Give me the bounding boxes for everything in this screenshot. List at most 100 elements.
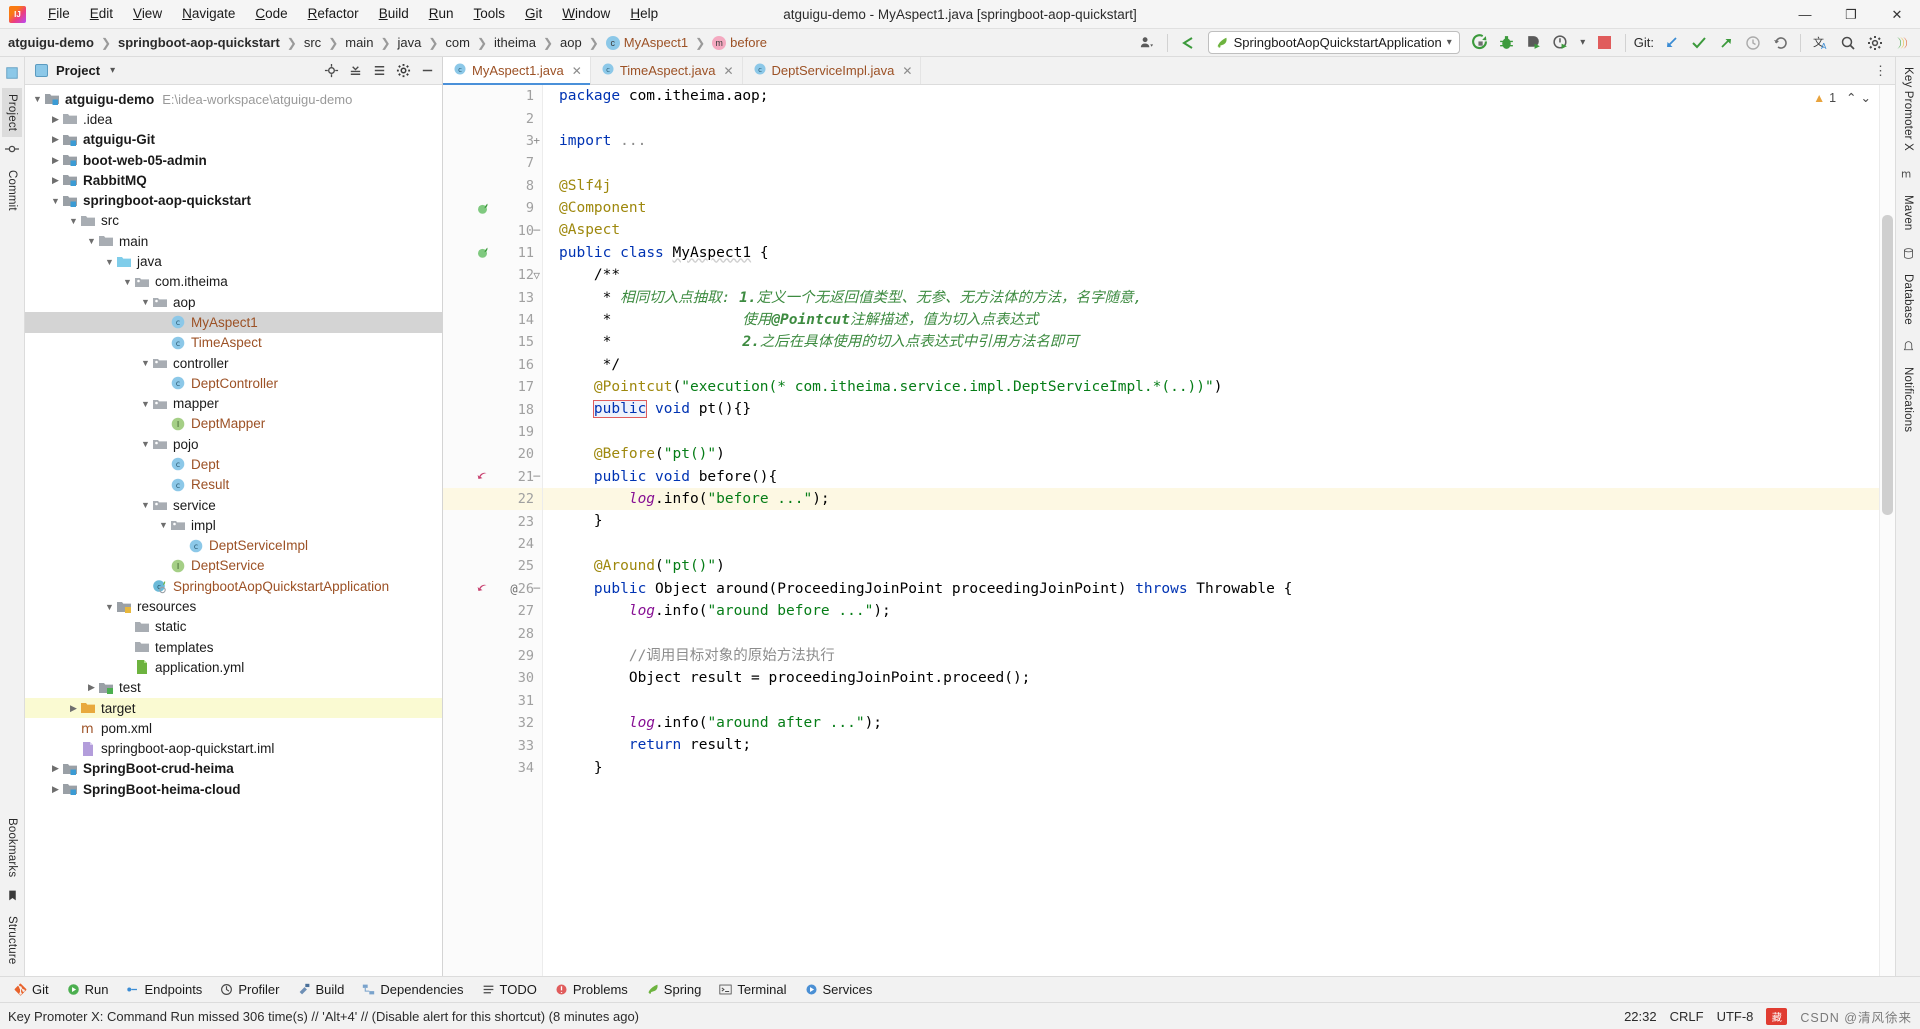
git-commit-icon[interactable] (1687, 32, 1711, 54)
file-encoding[interactable]: UTF-8 (1717, 1009, 1754, 1024)
code-fold-icon[interactable]: ▽ (533, 269, 540, 282)
tool-problems[interactable]: Problems (547, 980, 636, 999)
tree-node-application-yml[interactable]: application.yml (25, 657, 442, 677)
rail-commit[interactable]: Commit (2, 164, 22, 217)
code-line-8[interactable]: @Slf4j (559, 175, 1879, 197)
gutter-line-20[interactable]: 20 (443, 443, 542, 465)
profiler-icon[interactable] (1549, 32, 1573, 54)
gutter-line-28[interactable]: 28 (443, 622, 542, 644)
status-message[interactable]: Key Promoter X: Command Run missed 306 t… (8, 1009, 639, 1024)
breadcrumb-item-com[interactable]: com (443, 35, 472, 50)
gutter-line-8[interactable]: 8 (443, 175, 542, 197)
tree-node-deptmapper[interactable]: I DeptMapper (25, 414, 442, 434)
gutter-line-32[interactable]: 32 (443, 712, 542, 734)
menu-file[interactable]: File (38, 2, 80, 26)
code-line-11[interactable]: public class MyAspect1 { (559, 242, 1879, 264)
tree-node-timeaspect[interactable]: c TimeAspect (25, 333, 442, 353)
breadcrumb-item-itheima[interactable]: itheima (492, 35, 538, 50)
aop-advice-gutter-icon[interactable] (473, 582, 491, 595)
tree-node-dept[interactable]: c Dept (25, 454, 442, 474)
tree-node-springboot-aop-quickstart[interactable]: ▼ springboot-aop-quickstart (25, 190, 442, 210)
gutter-line-19[interactable]: 19 (443, 421, 542, 443)
tree-node-target[interactable]: ▶ target (25, 697, 442, 719)
menu-code[interactable]: Code (245, 2, 297, 26)
stop-icon[interactable] (1593, 32, 1617, 54)
code-line-33[interactable]: return result; (559, 734, 1879, 756)
breadcrumb-item-before[interactable]: m before (710, 35, 769, 50)
close-icon[interactable]: ✕ (902, 64, 912, 78)
tree-node-controller[interactable]: ▼ controller (25, 353, 442, 373)
chevron-down-icon[interactable]: ⌄ (1861, 90, 1871, 105)
code-line-21[interactable]: public void before(){ (559, 466, 1879, 488)
code-fold-icon[interactable]: ─ (533, 224, 540, 237)
chevron-down-icon[interactable]: ▾ (1576, 32, 1590, 54)
code-line-23[interactable]: } (559, 510, 1879, 532)
rail-maven[interactable]: Maven (1898, 189, 1918, 237)
breadcrumb-item-myaspect1[interactable]: c MyAspect1 (604, 35, 690, 50)
gutter-line-24[interactable]: 24 (443, 533, 542, 555)
minimize-button[interactable]: — (1782, 0, 1828, 29)
gutter-line-18[interactable]: 18 (443, 398, 542, 420)
code-line-26[interactable]: public Object around(ProceedingJoinPoint… (559, 578, 1879, 600)
chevron-down-icon[interactable]: ▼ (139, 358, 152, 368)
tree-node-pom-xml[interactable]: m pom.xml (25, 718, 442, 738)
menu-run[interactable]: Run (419, 2, 464, 26)
tree-node-test[interactable]: ▶ test (25, 678, 442, 698)
expand-icon[interactable] (368, 61, 390, 81)
menu-view[interactable]: View (123, 2, 172, 26)
tree-node-atguigu-git[interactable]: ▶ atguigu-Git (25, 130, 442, 150)
code-line-15[interactable]: * 2.之后在具体使用的切入点表达式中引用方法名即可 (559, 331, 1879, 353)
tree-node-deptservice[interactable]: I DeptService (25, 556, 442, 576)
code-line-20[interactable]: @Before("pt()") (559, 443, 1879, 465)
chevron-right-icon[interactable]: ▶ (85, 682, 98, 693)
tree-node-com-itheima[interactable]: ▼ com.itheima (25, 272, 442, 292)
tool-spring[interactable]: Spring (638, 980, 710, 999)
gutter-line-25[interactable]: 25 (443, 555, 542, 577)
tool-build[interactable]: Build (290, 980, 353, 999)
code-line-34[interactable]: } (559, 757, 1879, 779)
breadcrumb-item-src[interactable]: src (302, 35, 323, 50)
close-icon[interactable]: ✕ (572, 64, 582, 78)
git-push-icon[interactable] (1714, 32, 1738, 54)
gutter-line-21[interactable]: 21 ─ (443, 466, 542, 488)
search-everywhere-icon[interactable] (1836, 32, 1860, 54)
code-line-31[interactable] (559, 690, 1879, 712)
code-line-27[interactable]: log.info("around before ..."); (559, 600, 1879, 622)
ai-assistant-icon[interactable] (1890, 32, 1914, 54)
chevron-down-icon[interactable]: ▼ (139, 399, 152, 409)
run-coverage-icon[interactable] (1522, 32, 1546, 54)
tool-git[interactable]: Git (6, 980, 57, 999)
code-editor[interactable]: 1 2 3 +7 8 9 10 ─ 11 12 ▽ 13 14 15 16 17 18 19 20 21 ─ 22 23 24… (443, 85, 1895, 976)
tool-dependencies[interactable]: Dependencies (354, 980, 471, 999)
scrollbar-thumb[interactable] (1882, 215, 1893, 515)
aop-advice-gutter-icon[interactable] (473, 470, 491, 483)
gutter-line-26[interactable]: 26 @ ─ (443, 578, 542, 600)
breadcrumb-item-main[interactable]: main (343, 35, 375, 50)
tool-terminal[interactable]: Terminal (711, 980, 794, 999)
gutter-line-17[interactable]: 17 (443, 376, 542, 398)
menu-refactor[interactable]: Refactor (298, 2, 369, 26)
code-line-9[interactable]: @Component (559, 197, 1879, 219)
close-button[interactable]: ✕ (1874, 0, 1920, 29)
rail-structure[interactable]: Structure (2, 910, 22, 970)
gutter-line-12[interactable]: 12 ▽ (443, 264, 542, 286)
tree-node-deptserviceimpl[interactable]: c DeptServiceImpl (25, 536, 442, 556)
gutter-line-31[interactable]: 31 (443, 690, 542, 712)
gutter-line-3[interactable]: 3 + (443, 130, 542, 152)
translate-icon[interactable]: 文A (1809, 32, 1833, 54)
tree-node-service[interactable]: ▼ service (25, 495, 442, 515)
code-fold-icon[interactable]: ─ (533, 470, 540, 483)
git-rollback-icon[interactable] (1768, 32, 1792, 54)
editor-tab-timeaspect-java[interactable]: c TimeAspect.java ✕ (591, 57, 743, 84)
gutter-line-11[interactable]: 11 (443, 242, 542, 264)
code-line-25[interactable]: @Around("pt()") (559, 555, 1879, 577)
editor-tab-deptserviceimpl-java[interactable]: c DeptServiceImpl.java ✕ (743, 57, 922, 84)
code-fold-icon[interactable]: ─ (533, 582, 540, 595)
chevron-right-icon[interactable]: ▶ (49, 114, 62, 125)
code-line-32[interactable]: log.info("around after ..."); (559, 712, 1879, 734)
gutter-line-1[interactable]: 1 (443, 85, 542, 107)
breadcrumb-item-aop[interactable]: aop (558, 35, 584, 50)
chevron-right-icon[interactable]: ▶ (49, 134, 62, 145)
menu-tools[interactable]: Tools (464, 2, 516, 26)
gutter-line-13[interactable]: 13 (443, 287, 542, 309)
